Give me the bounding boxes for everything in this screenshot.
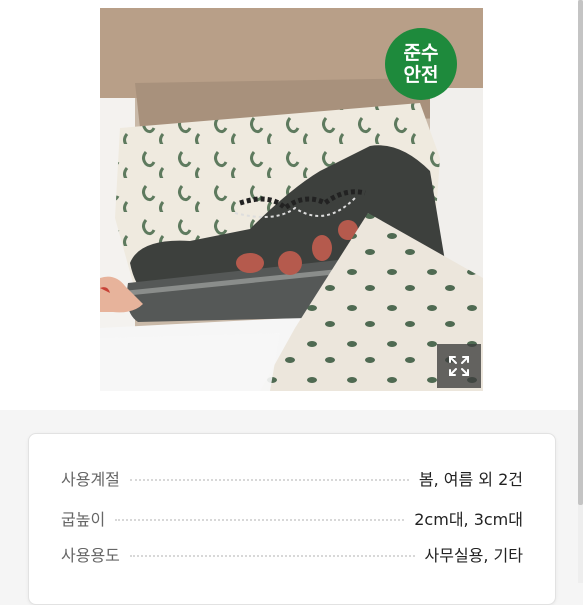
info-label: 사용계절 (61, 470, 120, 489)
info-value: 사무실용, 기타 (424, 546, 524, 565)
info-label: 굽높이 (61, 510, 106, 529)
info-label: 사용용도 (61, 546, 120, 565)
info-value: 2cm대, 3cm대 (414, 510, 523, 529)
product-info-card: 사용계절 봄, 여름 외 2건 굽높이 2cm대, 3cm대 사용용도 사무실용… (28, 433, 556, 605)
dotted-leader (115, 519, 405, 521)
badge-line-2: 안전 (403, 64, 439, 86)
info-row-heel-height: 굽높이 2cm대, 3cm대 (61, 505, 523, 531)
dotted-leader (129, 555, 415, 557)
badge-line-1: 준수 (403, 42, 439, 64)
product-image-area: 준수 안전 (0, 0, 583, 410)
page-scrollbar[interactable] (578, 0, 583, 583)
info-row-usage: 사용용도 사무실용, 기타 (61, 541, 523, 567)
scrollbar-thumb[interactable] (578, 0, 583, 505)
expand-image-button[interactable] (437, 344, 481, 388)
info-value: 봄, 여름 외 2건 (418, 470, 523, 489)
safety-badge: 준수 안전 (385, 28, 457, 100)
info-row-season: 사용계절 봄, 여름 외 2건 (61, 465, 523, 491)
dotted-leader (129, 479, 409, 481)
expand-icon (449, 356, 469, 376)
